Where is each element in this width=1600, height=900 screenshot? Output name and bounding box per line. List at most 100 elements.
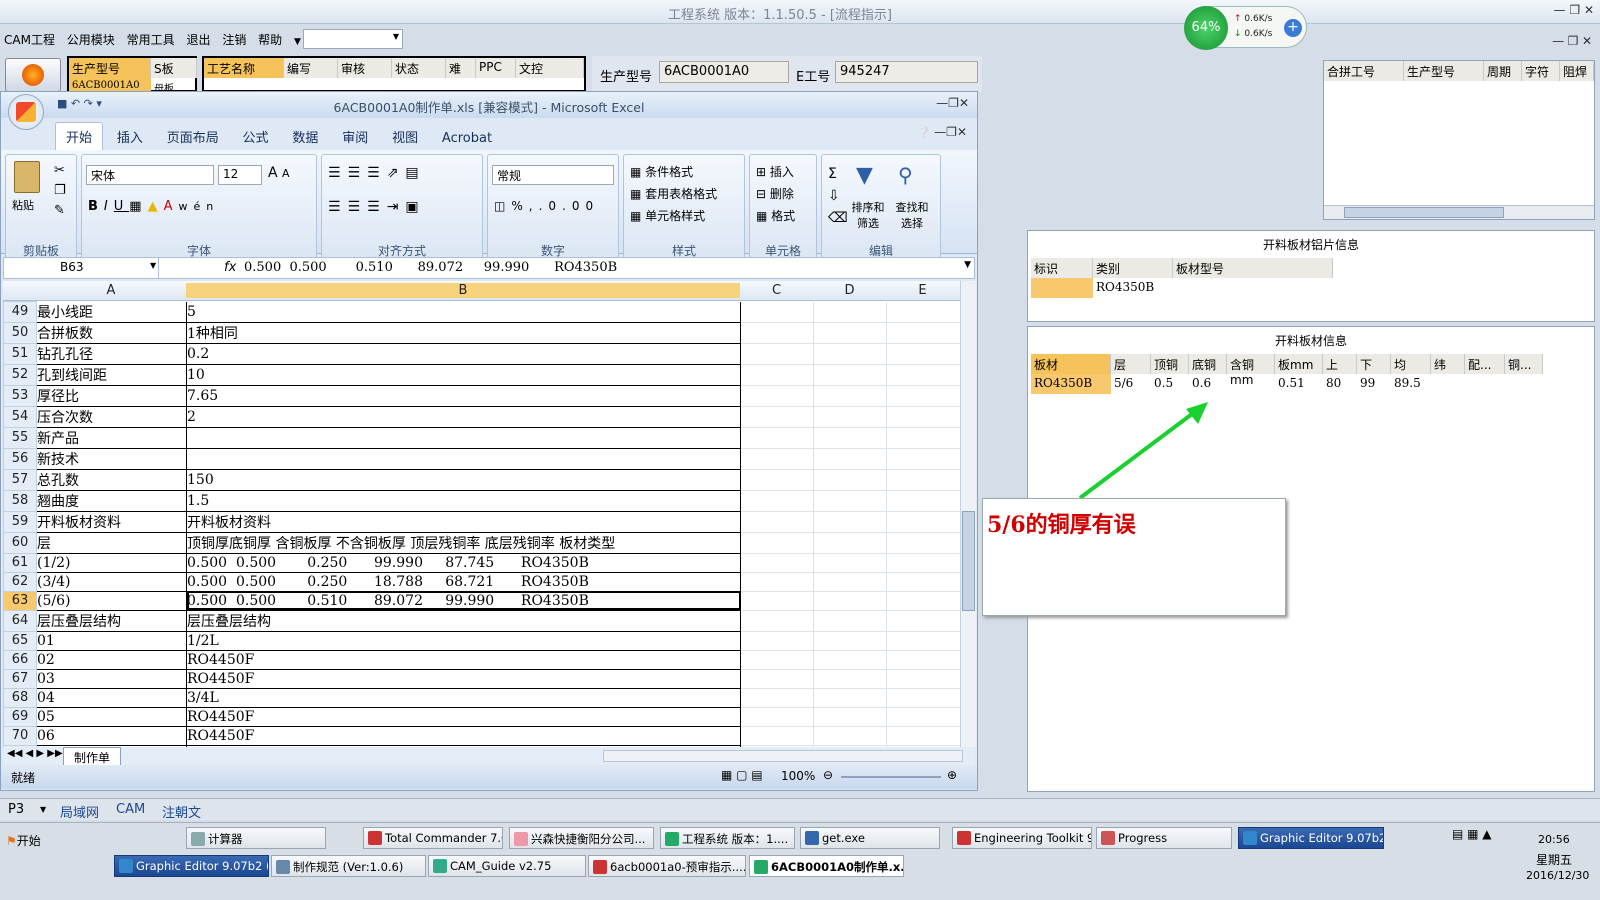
minimize-icon[interactable]: — (934, 125, 946, 139)
e-field[interactable]: 945247 (835, 61, 978, 83)
align-top-icon[interactable]: ☰ (328, 165, 348, 181)
row-number[interactable]: 50 (3, 321, 37, 344)
tab-formulas[interactable]: 公式 (233, 123, 279, 150)
wrap-text-icon[interactable]: ▤ (405, 165, 425, 181)
cell-c[interactable] (740, 322, 814, 344)
cell-c[interactable] (740, 532, 814, 554)
phonetic-icon[interactable]: wén (178, 200, 219, 213)
row-number[interactable]: 67 (3, 668, 37, 689)
row-number[interactable]: 58 (3, 489, 37, 512)
row-number[interactable]: 61 (3, 552, 37, 573)
taskbar-item[interactable]: 6ACB0001A0制作单.x... (749, 855, 904, 877)
cell-d[interactable] (813, 301, 887, 323)
cell-d[interactable] (813, 343, 887, 365)
zoom-slider[interactable] (841, 776, 941, 778)
cell-c[interactable] (740, 301, 814, 323)
cell-d[interactable] (813, 406, 887, 428)
cell-d[interactable] (813, 385, 887, 407)
row-number[interactable]: 66 (3, 649, 37, 670)
cell-b[interactable]: 1/2L (186, 631, 741, 651)
toolbar-combo[interactable]: ▼ (303, 29, 403, 49)
cell-b[interactable]: 1种相同 (186, 322, 741, 344)
comma-icon[interactable]: , (529, 199, 539, 213)
align-bottom-icon[interactable]: ☰ (367, 165, 387, 181)
cell-b[interactable]: RO4450F (186, 707, 741, 727)
cell-a[interactable]: (3/4) (36, 572, 187, 592)
cell-b[interactable]: 1.5 (186, 490, 741, 512)
cell-e[interactable] (886, 726, 960, 746)
percent-icon[interactable]: % (511, 199, 528, 213)
bottom-lan[interactable]: 局域网 (60, 802, 99, 821)
cell-a[interactable]: 02 (36, 650, 187, 670)
paste-label[interactable]: 粘贴 (12, 197, 34, 213)
cell-c[interactable] (740, 364, 814, 386)
taskbar-item[interactable]: 6acb0001a0-预审指示.... (588, 855, 746, 877)
row-number[interactable]: 64 (3, 609, 37, 632)
col-e[interactable]: E (886, 283, 959, 298)
border-icon[interactable]: ▦ (129, 199, 147, 214)
row-number[interactable]: 63 (3, 590, 37, 611)
cell-d[interactable] (813, 511, 887, 533)
cell-b[interactable]: 7.65 (186, 385, 741, 407)
close-icon[interactable]: ✕ (1584, 3, 1594, 17)
tab-data[interactable]: 数据 (282, 123, 328, 150)
sort-filter-icon[interactable]: ▼ (856, 163, 873, 188)
plus-icon[interactable]: + (1284, 19, 1302, 37)
row-number[interactable]: 65 (3, 630, 37, 651)
format-cells-button[interactable]: ▦ 格式 (756, 205, 795, 227)
minimize-icon[interactable]: — (1554, 3, 1566, 17)
italic-icon[interactable]: I (104, 199, 114, 214)
cell-c[interactable] (740, 385, 814, 407)
cell-b[interactable]: 顶铜厚底铜厚 含铜板厚 不含铜板厚 顶层残铜率 底层残铜率 板材类型 (186, 532, 741, 554)
tab-insert[interactable]: 插入 (107, 123, 153, 150)
cell-b[interactable] (186, 427, 741, 449)
p1-cell-2[interactable] (1173, 278, 1179, 282)
cell-a[interactable]: 06 (36, 726, 187, 746)
decrease-decimal-icon[interactable]: .00 (562, 199, 599, 213)
cell-b[interactable]: 0.500 0.500 0.250 99.990 87.745 RO4350B (186, 553, 741, 573)
row-number[interactable]: 49 (3, 301, 37, 323)
row-number[interactable]: 53 (3, 384, 37, 407)
cell-a[interactable]: 合拼板数 (36, 322, 187, 344)
align-middle-icon[interactable]: ☰ (348, 165, 368, 181)
col-c[interactable]: C (740, 283, 813, 298)
cell-d[interactable] (813, 688, 887, 708)
cell-b[interactable] (186, 448, 741, 470)
cell-a[interactable]: 钻孔孔径 (36, 343, 187, 365)
restore-icon[interactable]: ❐ (948, 96, 959, 110)
cell-d[interactable] (813, 469, 887, 491)
cell-b[interactable]: 0.500 0.500 0.510 89.072 99.990 RO4350B (186, 591, 741, 611)
restore-icon[interactable]: ❐ (946, 125, 957, 139)
cell-a[interactable]: 04 (36, 688, 187, 708)
cell-d[interactable] (813, 591, 887, 611)
cell-d[interactable] (813, 427, 887, 449)
fill-color-icon[interactable]: ▲ (148, 199, 164, 214)
cell-e[interactable] (886, 688, 960, 708)
bottom-cam[interactable]: CAM (116, 802, 145, 817)
cell-b[interactable]: 层压叠层结构 (186, 610, 741, 632)
p1-cell-1[interactable]: RO4350B (1093, 278, 1157, 296)
shrink-font-icon[interactable]: A (282, 167, 290, 180)
menu-cam[interactable]: CAM工程 (0, 28, 59, 51)
zoom-in-icon[interactable]: ⊕ (947, 768, 957, 782)
cell-e[interactable] (886, 631, 960, 651)
expand-icon[interactable]: ▼ (964, 260, 971, 270)
cell-d[interactable] (813, 572, 887, 592)
cell-d[interactable] (813, 364, 887, 386)
cell-b[interactable]: RO4450F (186, 650, 741, 670)
cell-c[interactable] (740, 688, 814, 708)
cell-a[interactable]: 01 (36, 631, 187, 651)
cell-d[interactable] (813, 490, 887, 512)
taskbar-item[interactable]: 计算器 (186, 827, 326, 849)
p2-cell-5[interactable]: 0.51 (1275, 374, 1323, 394)
find-select-label[interactable]: 查找和选择 (892, 199, 932, 231)
p2-cell-4[interactable] (1227, 374, 1275, 394)
tab-view[interactable]: 视图 (382, 123, 428, 150)
cell-a[interactable]: 新产品 (36, 427, 187, 449)
grow-font-icon[interactable]: A (268, 165, 278, 181)
row-number[interactable]: 60 (3, 531, 37, 554)
cell-b[interactable]: 3/4L (186, 688, 741, 708)
vertical-scrollbar[interactable] (960, 281, 976, 747)
tab-home[interactable]: 开始 (55, 122, 104, 150)
taskbar-item[interactable]: 工程系统 版本：1.... (660, 827, 795, 849)
